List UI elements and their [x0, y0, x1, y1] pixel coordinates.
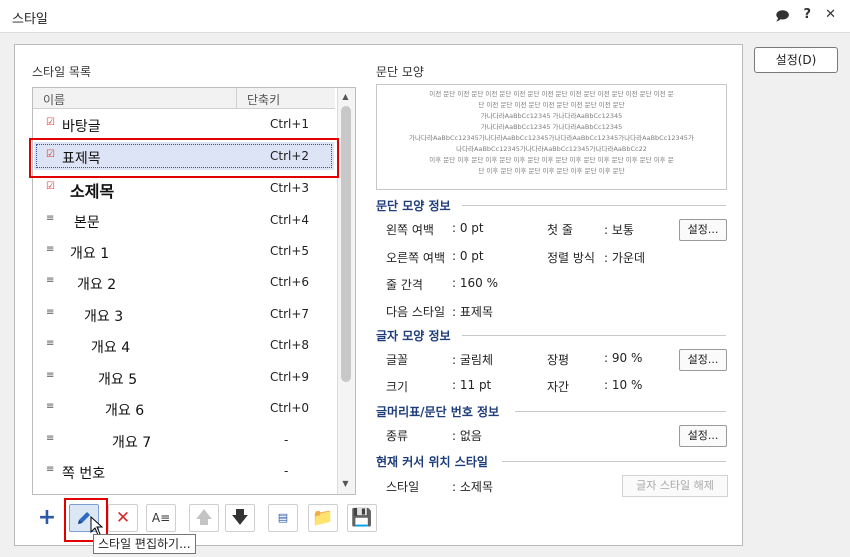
para-info-title: 문단 모양 정보 [376, 199, 451, 213]
size-value: : 11 pt [452, 378, 492, 392]
next-style-value: : 표제목 [452, 305, 493, 319]
list-item[interactable]: ≡ 개요 3 Ctrl+7 [34, 300, 334, 328]
bullet-settings-button[interactable]: 설정... [679, 425, 727, 447]
list-item[interactable]: ≡ 본문 Ctrl+4 [34, 206, 334, 234]
paragraph-icon: ≡ [46, 275, 55, 286]
style-list-header: 이름 단축키 [33, 88, 335, 109]
preview-line: 이후 문단 이후 문단 이후 문단 이후 문단 이후 문단 이후 문단 이후 문… [429, 156, 674, 164]
list-item[interactable]: ≡ 개요 2 Ctrl+6 [34, 268, 334, 296]
para-settings-button[interactable]: 설정... [679, 219, 727, 241]
add-icon[interactable]: + [32, 504, 62, 532]
help-icon[interactable]: ? [804, 7, 812, 29]
preview-line: 나다라AaBbCc12345가나다라AaBbCc12345가나다라AaBbCc2… [456, 145, 647, 153]
cursor-style-title: 현재 커서 위치 스타일 [376, 455, 488, 469]
scroll-up-icon[interactable]: ▲ [340, 91, 351, 103]
align-value: : 가운데 [604, 251, 645, 265]
preview-label: 문단 모양 [376, 65, 424, 79]
paragraph-preview: 이전 문단 이전 문단 이전 문단 이전 문단 이전 문단 이전 문단 이전 문… [376, 84, 727, 190]
list-item[interactable]: ☑ 바탕글 Ctrl+1 [34, 110, 334, 138]
preview-line: 단 이후 문단 이후 문단 이후 문단 이후 문단 이후 문단 [478, 167, 625, 175]
first-line-label: 첫 줄 [547, 223, 573, 237]
paragraph-icon: ≡ [46, 307, 55, 318]
scroll-down-icon[interactable]: ▼ [340, 478, 351, 490]
ratio-value: : 90 % [604, 351, 643, 365]
bullet-type-value: : 없음 [452, 429, 482, 443]
line-spacing-label: 줄 간격 [386, 278, 423, 292]
left-margin-value: : 0 pt [452, 221, 484, 235]
settings-d-button[interactable]: 설정(D) [754, 47, 838, 73]
char-info-title: 글자 모양 정보 [376, 329, 451, 343]
paragraph-icon: ≡ [46, 338, 55, 349]
list-item[interactable]: ≡ 개요 1 Ctrl+5 [34, 237, 334, 265]
col-name-header: 이름 [43, 93, 66, 107]
list-item[interactable]: ≡ 개요 6 Ctrl+0 [34, 394, 334, 422]
clear-char-style-button[interactable]: 글자 스타일 해제 [622, 475, 728, 497]
paragraph-icon: ≡ [46, 213, 55, 224]
list-item[interactable]: ≡ 쪽 번호 - [34, 457, 334, 485]
first-line-value: : 보통 [604, 223, 634, 237]
preview-line: 단 이전 문단 이전 문단 이전 문단 이전 문단 이전 문단 [478, 101, 625, 109]
list-scrollbar[interactable]: ▲ ▼ [337, 88, 355, 494]
paragraph-icon: ≡ [46, 401, 55, 412]
import-icon[interactable]: ▤ [268, 504, 298, 532]
paragraph-icon: ≡ [46, 244, 55, 255]
col-shortcut-header: 단축키 [247, 93, 281, 107]
preview-line: 가나다라AaBbCc12345 가나다라AaBbCc12345 [480, 112, 623, 120]
spacing-value: : 10 % [604, 378, 643, 392]
font-value: : 굴림체 [452, 353, 493, 367]
line-spacing-value: : 160 % [452, 276, 498, 290]
list-item[interactable]: ☑ 소제목 Ctrl+3 [34, 174, 334, 202]
list-item[interactable]: ≡ 개요 5 Ctrl+9 [34, 363, 334, 391]
list-item[interactable]: ≡ 개요 4 Ctrl+8 [34, 331, 334, 359]
font-label: 글꼴 [386, 353, 409, 367]
preview-line: 가나다라AaBbCc12345 가나다라AaBbCc12345 [480, 123, 623, 131]
title-bar: 스타일 🗩 ? ✕ [0, 0, 850, 33]
char-settings-button[interactable]: 설정... [679, 349, 727, 371]
next-style-label: 다음 스타일 [386, 305, 446, 319]
chat-icon[interactable]: 🗩 [775, 7, 789, 29]
list-item[interactable]: ≡ 개요 7 - [34, 426, 334, 454]
preview-line: 가나다라AaBbCc12345가나다라AaBbCc12345가나다라AaBbCc… [409, 134, 694, 142]
bullet-type-label: 종류 [386, 429, 409, 443]
mouse-cursor-icon [90, 516, 104, 536]
spacing-label: 자간 [547, 380, 570, 394]
close-icon[interactable]: ✕ [825, 7, 836, 29]
paragraph-icon: ≡ [46, 433, 55, 444]
move-up-icon: 🡅 [189, 504, 219, 532]
right-margin-label: 오른쪽 여백 [386, 251, 446, 265]
open-folder-icon[interactable]: 📁 [308, 504, 338, 532]
highlight-box [29, 138, 339, 178]
scroll-thumb[interactable] [341, 106, 351, 382]
check-pen-icon: ☑ [46, 117, 55, 128]
style-list-label: 스타일 목록 [32, 65, 92, 79]
window-title: 스타일 [12, 12, 48, 27]
cursor-style-label: 스타일 [386, 480, 420, 494]
right-margin-value: : 0 pt [452, 249, 484, 263]
edit-tooltip: 스타일 편집하기... [93, 534, 196, 554]
delete-icon[interactable]: ✕ [108, 504, 138, 532]
bullet-info-title: 글머리표/문단 번호 정보 [376, 405, 500, 419]
left-margin-label: 왼쪽 여백 [386, 223, 434, 237]
replace-icon[interactable]: A≡ [146, 504, 176, 532]
ratio-label: 장평 [547, 353, 570, 367]
preview-line: 이전 문단 이전 문단 이전 문단 이전 문단 이전 문단 이전 문단 이전 문… [429, 90, 674, 98]
cursor-style-value: : 소제목 [452, 480, 493, 494]
align-label: 정렬 방식 [547, 251, 595, 265]
save-icon[interactable]: 💾 [347, 504, 377, 532]
move-down-icon[interactable]: 🡇 [225, 504, 255, 532]
paragraph-icon: ≡ [46, 370, 55, 381]
size-label: 크기 [386, 380, 409, 394]
check-pen-icon: ☑ [46, 181, 55, 192]
paragraph-icon: ≡ [46, 464, 55, 475]
